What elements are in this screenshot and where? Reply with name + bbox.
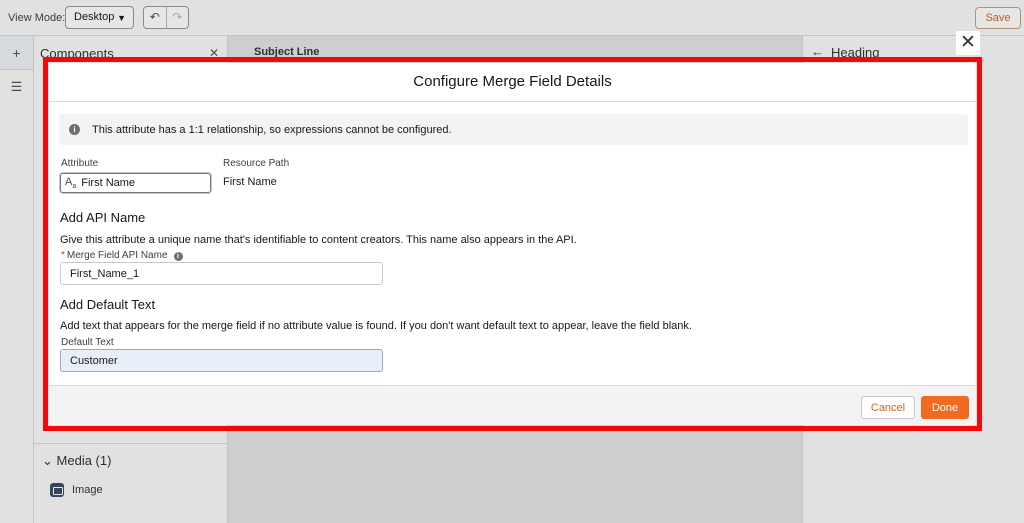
default-section-desc: Add text that appears for the merge fiel… — [60, 320, 692, 332]
modal-footer: Cancel Done — [49, 385, 976, 425]
resource-path-label: Resource Path — [223, 158, 290, 169]
attribute-value: First Name — [81, 177, 136, 189]
configure-merge-field-modal: Configure Merge Field Details i This att… — [49, 63, 976, 425]
default-section-title: Add Default Text — [60, 297, 156, 312]
default-text-label: Default Text — [61, 337, 114, 348]
info-text: This attribute has a 1:1 relationship, s… — [92, 123, 452, 136]
info-icon: i — [69, 124, 80, 135]
attribute-field[interactable]: Aa First Name — [60, 173, 211, 193]
modal-close-icon[interactable]: ✕ — [956, 31, 980, 55]
attribute-label: Attribute — [61, 158, 99, 169]
api-field-label-wrap: * Merge Field API Name i — [61, 250, 183, 261]
resource-path-value: First Name — [223, 176, 277, 188]
api-section-title: Add API Name — [60, 210, 146, 225]
cancel-button[interactable]: Cancel — [861, 396, 915, 419]
done-button[interactable]: Done — [921, 396, 969, 419]
modal-title: Configure Merge Field Details — [49, 63, 976, 102]
info-icon[interactable]: i — [173, 252, 183, 261]
info-notice: i This attribute has a 1:1 relationship,… — [59, 114, 968, 145]
required-asterisk: * — [61, 250, 65, 261]
text-attribute-icon: Aa — [65, 175, 77, 191]
api-section-desc: Give this attribute a unique name that's… — [60, 234, 577, 246]
default-text-input[interactable] — [60, 349, 383, 372]
merge-field-api-name-input[interactable] — [60, 262, 383, 285]
api-field-label: Merge Field API Name — [66, 250, 168, 261]
